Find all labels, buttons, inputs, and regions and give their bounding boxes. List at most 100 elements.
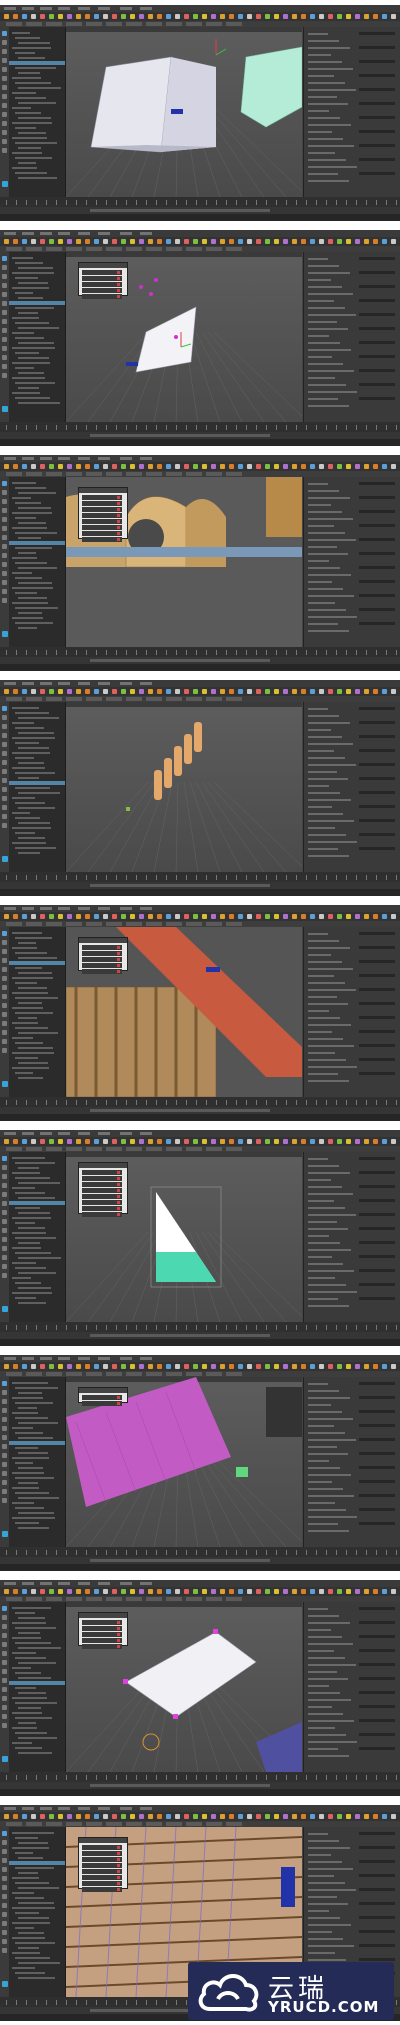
attribute-field[interactable]	[359, 116, 395, 119]
shelf-tab[interactable]	[46, 1372, 62, 1376]
shelf-tool-icon[interactable]	[247, 689, 252, 694]
tool-settings-popup[interactable]	[78, 1612, 128, 1649]
toolbox-icon[interactable]	[2, 283, 7, 288]
menu-item-3[interactable]	[40, 907, 52, 910]
outliner-row[interactable]	[15, 277, 38, 279]
attribute-field[interactable]	[359, 1874, 395, 1877]
shelf-tool-icon[interactable]	[166, 14, 171, 19]
popup-row[interactable]	[82, 1626, 122, 1631]
outliner-row[interactable]	[18, 1707, 41, 1709]
shelf-tool-icon[interactable]	[211, 14, 216, 19]
shelf-tool-icon[interactable]	[382, 689, 387, 694]
shelf-tool-icon[interactable]	[328, 1589, 333, 1594]
shelf-tool-icon[interactable]	[4, 914, 9, 919]
outliner-row[interactable]	[15, 592, 37, 594]
shelf-tool-icon[interactable]	[391, 14, 396, 19]
shelf-tab[interactable]	[86, 247, 102, 251]
toolbox-icon[interactable]	[2, 1435, 7, 1440]
shelf-tab[interactable]	[66, 1372, 82, 1376]
outliner-row[interactable]	[18, 1452, 48, 1454]
outliner-row[interactable]	[18, 1617, 45, 1619]
shelf-tool-icon[interactable]	[355, 1814, 360, 1819]
shelf-tool-icon[interactable]	[157, 464, 162, 469]
outliner-row[interactable]	[15, 112, 41, 114]
outliner-row[interactable]	[18, 762, 44, 764]
shelf-tab[interactable]	[126, 1372, 142, 1376]
shelf-tool-icon[interactable]	[94, 1364, 99, 1369]
shelf-tool-icon[interactable]	[382, 1139, 387, 1144]
menu-item-4[interactable]	[58, 1132, 70, 1135]
outliner-row[interactable]	[15, 487, 46, 489]
outliner-row[interactable]	[12, 1832, 54, 1834]
toolbox-icon[interactable]	[2, 1012, 7, 1017]
toolbox-icon[interactable]	[2, 1903, 7, 1908]
toolbox-icon[interactable]	[2, 1273, 7, 1278]
shelf-tab[interactable]	[6, 472, 22, 476]
outliner-row[interactable]	[12, 1847, 49, 1849]
toolbox-icon[interactable]	[2, 1237, 7, 1242]
attribute-field[interactable]	[359, 819, 395, 822]
outliner-row[interactable]	[12, 122, 52, 124]
outliner-row[interactable]	[12, 1712, 42, 1714]
shelf-tool-icon[interactable]	[184, 914, 189, 919]
attribute-field[interactable]	[359, 1255, 395, 1258]
attribute-field[interactable]	[359, 622, 395, 625]
shelf-tab[interactable]	[46, 247, 62, 251]
menu-item-7[interactable]	[120, 1132, 132, 1135]
outliner-row[interactable]	[15, 67, 56, 69]
outliner-row[interactable]	[12, 272, 54, 274]
outliner-row[interactable]	[18, 162, 36, 164]
attribute-field[interactable]	[359, 1382, 395, 1385]
outliner-row[interactable]	[15, 262, 43, 264]
attribute-field[interactable]	[359, 313, 395, 316]
shelf-tool-icon[interactable]	[256, 1364, 261, 1369]
outliner-row[interactable]	[18, 1962, 60, 1964]
attribute-field[interactable]	[359, 1185, 395, 1188]
shelf-tab[interactable]	[26, 697, 42, 701]
outliner-row[interactable]	[15, 1867, 54, 1869]
popup-row[interactable]	[82, 1194, 122, 1199]
outliner-row[interactable]	[18, 357, 49, 359]
toolbox-icon[interactable]	[2, 589, 7, 594]
attribute-field[interactable]	[359, 847, 395, 850]
shelf-tool-icon[interactable]	[175, 464, 180, 469]
command-line[interactable]	[0, 214, 400, 221]
outliner-row[interactable]	[15, 1672, 41, 1674]
shelf-tool-icon[interactable]	[85, 464, 90, 469]
popup-row[interactable]	[82, 513, 122, 518]
attribute-field[interactable]	[359, 1930, 395, 1933]
shelf-tool-icon[interactable]	[67, 1139, 72, 1144]
shelf-tab[interactable]	[206, 22, 222, 26]
shelf-tool-icon[interactable]	[346, 239, 351, 244]
range-bar[interactable]	[90, 1559, 270, 1562]
shelf-tool-icon[interactable]	[175, 14, 180, 19]
shelf-tool-icon[interactable]	[238, 1814, 243, 1819]
shelf-tool-icon[interactable]	[292, 689, 297, 694]
range-bar[interactable]	[90, 1784, 270, 1787]
toolbox-icon[interactable]	[2, 544, 7, 549]
remove-icon[interactable]	[117, 526, 120, 529]
shelf-tool-icon[interactable]	[49, 689, 54, 694]
attribute-field[interactable]	[359, 1396, 395, 1399]
outliner-row[interactable]	[12, 482, 36, 484]
shelf-tab[interactable]	[26, 1372, 42, 1376]
range-bar[interactable]	[90, 209, 270, 212]
shelf-tool-icon[interactable]	[256, 689, 261, 694]
outliner-selected-row[interactable]	[9, 1201, 65, 1205]
menu-item-5[interactable]	[78, 1582, 90, 1585]
menu-item-6[interactable]	[98, 1357, 110, 1360]
outliner-selected-row[interactable]	[9, 1441, 65, 1445]
outliner-row[interactable]	[18, 837, 45, 839]
outliner-row[interactable]	[15, 1732, 47, 1734]
shelf-tool-icon[interactable]	[292, 914, 297, 919]
toolbox-icon[interactable]	[2, 103, 7, 108]
outliner-row[interactable]	[18, 372, 44, 374]
shelf-tool-icon[interactable]	[103, 914, 108, 919]
outliner-row[interactable]	[18, 282, 48, 284]
menu-item-1[interactable]	[4, 682, 16, 685]
time-slider[interactable]	[0, 1097, 400, 1107]
outliner-row[interactable]	[12, 1517, 55, 1519]
shelf-tool-icon[interactable]	[112, 1139, 117, 1144]
outliner-row[interactable]	[15, 127, 36, 129]
outliner-row[interactable]	[18, 747, 49, 749]
